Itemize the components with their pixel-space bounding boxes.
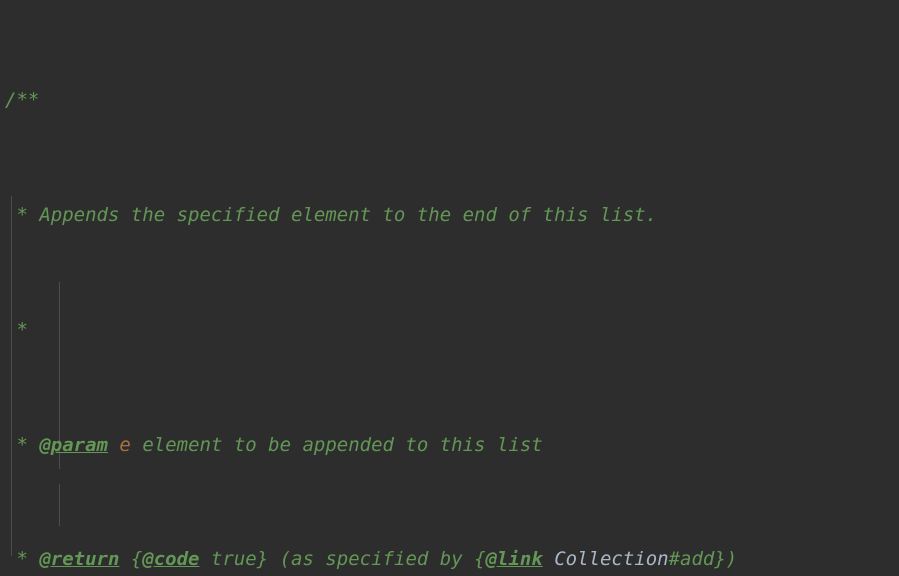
code-line-1: /** <box>5 86 869 115</box>
javadoc-link-target[interactable]: Collection <box>554 548 668 570</box>
javadoc-asterisk: * <box>5 548 40 571</box>
javadoc-param-name: e <box>119 433 131 456</box>
code-line-3: * <box>5 316 869 345</box>
code-line-2: * Appends the specified element to the e… <box>5 201 869 230</box>
space: { <box>462 548 486 571</box>
code-line-4: * @param e element to be appended to thi… <box>5 431 869 460</box>
javadoc-return-tag[interactable]: @return <box>39 548 119 570</box>
javadoc-code-value: true <box>210 548 257 571</box>
brace: } <box>256 548 280 571</box>
javadoc-asterisk: * <box>5 433 40 456</box>
code-content[interactable]: /** * Appends the specified element to t… <box>5 0 869 576</box>
brace: }) <box>714 548 738 571</box>
javadoc-asterisk: * <box>5 318 28 341</box>
code-line-5: * @return {@code true} (as specified by … <box>5 545 869 574</box>
javadoc-return-text: (as specified by <box>279 548 463 571</box>
javadoc-link-tag[interactable]: @link <box>486 548 543 570</box>
javadoc-link-member: #add <box>668 548 715 571</box>
javadoc-summary: Appends the specified element to the end… <box>39 203 658 226</box>
javadoc-asterisk: * <box>5 203 40 226</box>
javadoc-param-description: element to be appended to this list <box>142 433 543 456</box>
javadoc-code-tag[interactable]: @code <box>142 548 199 570</box>
javadoc-param-tag[interactable]: @param <box>39 434 108 456</box>
space: { <box>119 548 143 571</box>
code-editor[interactable]: /** * Appends the specified element to t… <box>0 0 899 576</box>
javadoc-open: /** <box>5 89 40 112</box>
